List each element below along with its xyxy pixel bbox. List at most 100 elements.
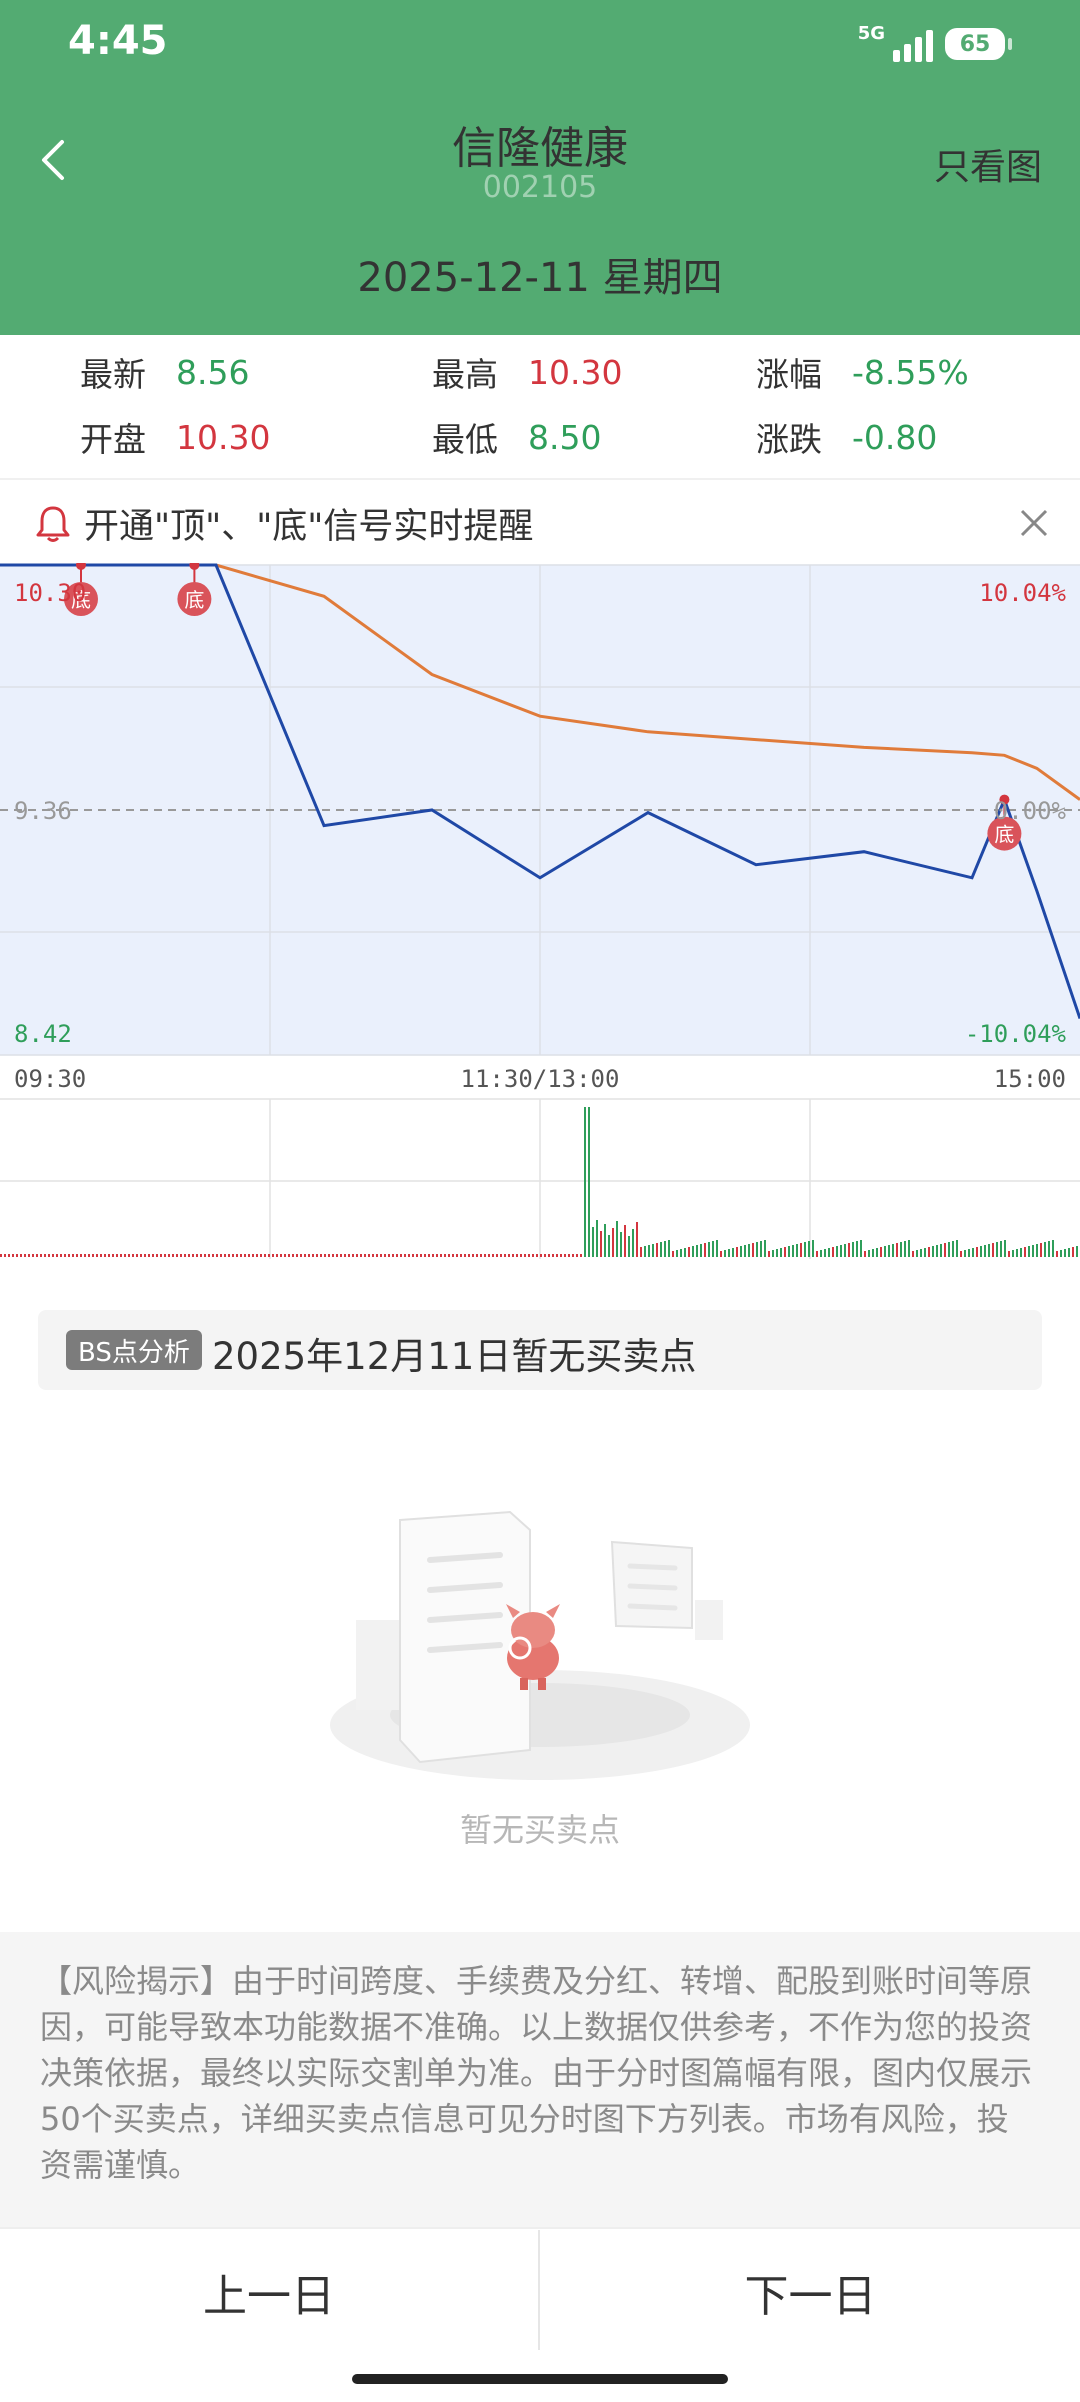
volume-bar [960, 1251, 962, 1257]
home-indicator[interactable] [352, 2374, 728, 2384]
volume-bar [456, 1254, 458, 1257]
volume-bar [812, 1240, 814, 1257]
volume-bar [192, 1254, 194, 1257]
status-indicators: 5G 65 [858, 22, 1012, 66]
volume-bar [404, 1254, 406, 1257]
bs-tag: BS点分析 [66, 1330, 202, 1370]
volume-bar [380, 1254, 382, 1257]
volume-bar [548, 1254, 550, 1257]
volume-bar [464, 1254, 466, 1257]
volume-bar [476, 1254, 478, 1257]
volume-bar [248, 1254, 250, 1257]
volume-bar [1076, 1246, 1078, 1257]
stat-low: 最低 8.50 [432, 412, 601, 462]
volume-bar [824, 1249, 826, 1257]
volume-bar [1008, 1251, 1010, 1257]
volume-bar [964, 1250, 966, 1257]
volume-bar [696, 1245, 698, 1257]
volume-bar [428, 1254, 430, 1257]
volume-bar [1040, 1243, 1042, 1257]
volume-bar [252, 1254, 254, 1257]
volume-bar [264, 1254, 266, 1257]
prev-day-button[interactable]: 上一日 [0, 2260, 538, 2324]
volume-bar [720, 1251, 722, 1257]
volume-bar [868, 1250, 870, 1257]
volume-bar [356, 1254, 358, 1257]
volume-bar [832, 1247, 834, 1257]
close-icon[interactable] [1016, 505, 1052, 541]
volume-bar [700, 1244, 702, 1257]
volume-bar [420, 1254, 422, 1257]
volume-bar [492, 1254, 494, 1257]
volume-bar [212, 1254, 214, 1257]
volume-bar [228, 1254, 230, 1257]
volume-bar [392, 1254, 394, 1257]
volume-bar [1036, 1244, 1038, 1257]
volume-bar [236, 1254, 238, 1257]
volume-bar [132, 1254, 134, 1257]
volume-bar [232, 1254, 234, 1257]
volume-bar [160, 1254, 162, 1257]
volume-bar [924, 1248, 926, 1257]
volume-bar [668, 1240, 670, 1257]
volume-bar [916, 1250, 918, 1257]
volume-bar [840, 1245, 842, 1257]
volume-bar [172, 1254, 174, 1257]
volume-bar [768, 1251, 770, 1257]
price-top-label: 10.30 [14, 579, 86, 607]
volume-bar [360, 1254, 362, 1257]
volume-bar [1020, 1248, 1022, 1257]
price-bottom-label: 8.42 [14, 1020, 72, 1048]
volume-bar [508, 1254, 510, 1257]
volume-bar [792, 1245, 794, 1257]
volume-bar [136, 1254, 138, 1257]
volume-bar [896, 1243, 898, 1257]
volume-bar [116, 1254, 118, 1257]
volume-bar [292, 1254, 294, 1257]
volume-bar [424, 1254, 426, 1257]
volume-bar [580, 1254, 582, 1257]
volume-bar [980, 1246, 982, 1257]
volume-bar [340, 1254, 342, 1257]
stat-label: 最新 [80, 355, 146, 394]
volume-bar [276, 1254, 278, 1257]
volume-bar [52, 1254, 54, 1257]
volume-bar [624, 1225, 626, 1257]
volume-bar [328, 1254, 330, 1257]
next-day-button[interactable]: 下一日 [541, 2260, 1080, 2324]
stat-value: 10.30 [176, 417, 271, 457]
volume-bar [804, 1242, 806, 1257]
time-close-label: 15:00 [994, 1065, 1066, 1093]
volume-bar [56, 1254, 58, 1257]
intraday-chart[interactable]: 底底底 10.30 9.36 8.42 10.04% 0.00% -10.04%… [0, 563, 1080, 1283]
volume-bar [592, 1227, 594, 1257]
only-chart-button[interactable]: 只看图 [934, 138, 1042, 190]
volume-bar [500, 1254, 502, 1257]
volume-bar [220, 1254, 222, 1257]
volume-bar [200, 1254, 202, 1257]
volume-bar [412, 1254, 414, 1257]
volume-bar [512, 1254, 514, 1257]
volume-bar [448, 1254, 450, 1257]
volume-bar [400, 1254, 402, 1257]
volume-bar [972, 1248, 974, 1257]
volume-bar [884, 1246, 886, 1257]
volume-bar [348, 1254, 350, 1257]
volume-bar [564, 1254, 566, 1257]
volume-bar [452, 1254, 454, 1257]
volume-bar [872, 1249, 874, 1257]
risk-disclosure-text: 【风险揭示】由于时间跨度、手续费及分红、转增、配股到账时间等原因，可能导致本功能… [40, 1962, 1033, 2184]
volume-bar [84, 1254, 86, 1257]
volume-bar [648, 1245, 650, 1257]
volume-bar [588, 1107, 590, 1257]
volume-bar [96, 1254, 98, 1257]
volume-bar [484, 1254, 486, 1257]
stat-open: 开盘 10.30 [80, 412, 270, 462]
volume-bar [1004, 1240, 1006, 1257]
volume-bar [376, 1254, 378, 1257]
volume-bar [472, 1254, 474, 1257]
volume-bar [992, 1243, 994, 1257]
volume-bar [844, 1244, 846, 1257]
volume-bar [1028, 1246, 1030, 1257]
volume-bar [616, 1221, 618, 1257]
